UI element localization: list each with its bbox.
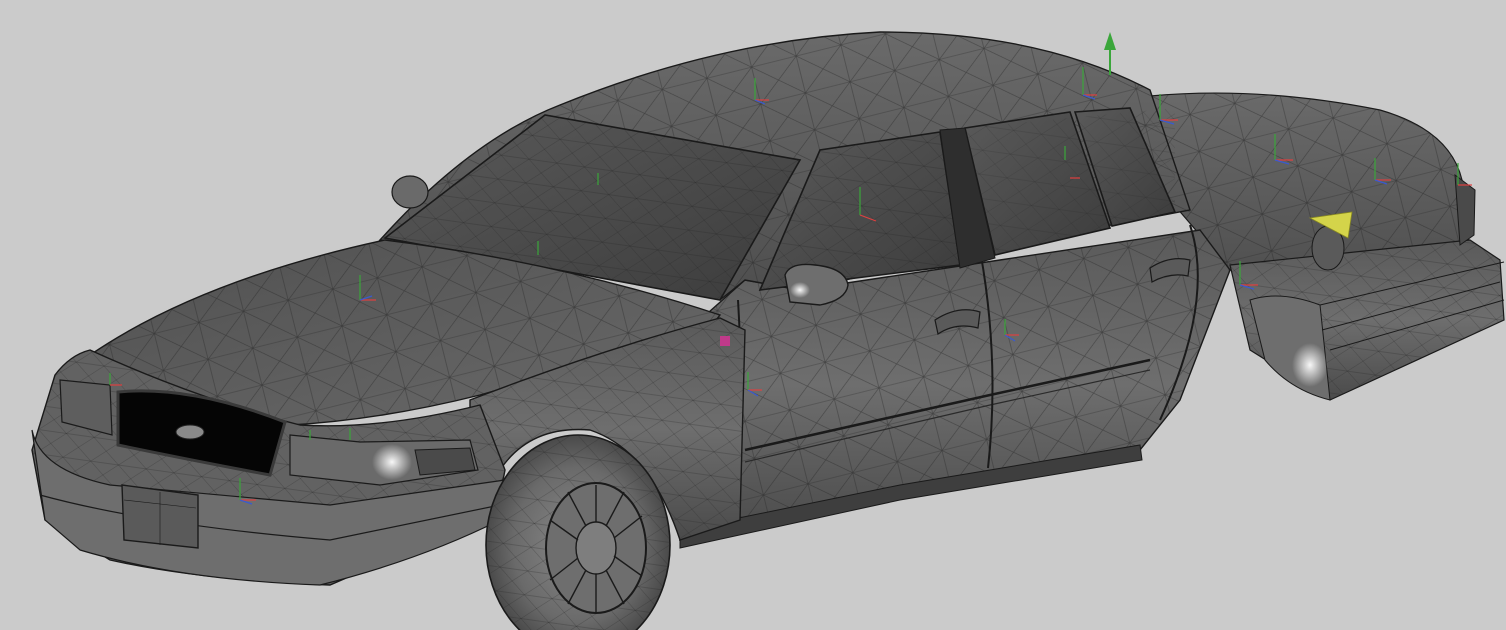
emblem-icon (175, 424, 205, 440)
hubcap (575, 521, 617, 575)
specular-highlight (1292, 343, 1328, 387)
model-canvas[interactable] (0, 0, 1506, 630)
specular-highlight (372, 444, 412, 480)
left-mirror[interactable] (391, 175, 429, 209)
specular-highlight (790, 282, 810, 298)
move-gizmo-y-arrow[interactable] (1104, 32, 1116, 75)
3d-viewport[interactable] (0, 0, 1506, 630)
selected-vertex[interactable] (720, 336, 730, 346)
